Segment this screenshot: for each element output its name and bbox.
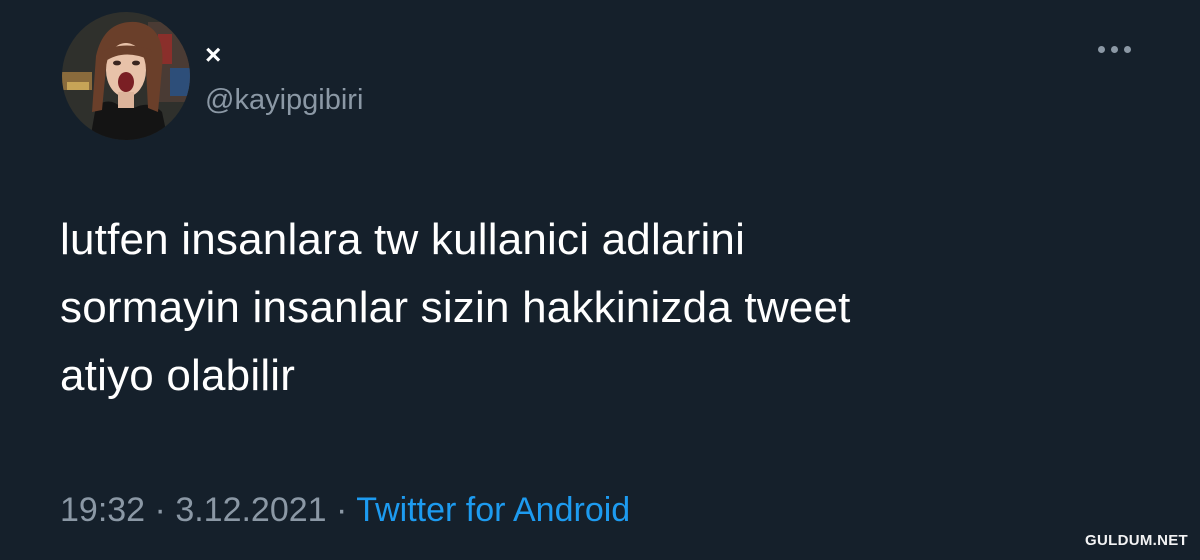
more-horizontal-icon[interactable] <box>1086 34 1142 64</box>
display-name[interactable]: × <box>205 38 221 72</box>
tweet-source-link[interactable]: Twitter for Android <box>356 491 630 529</box>
tweet-meta: 19:32 · 3.12.2021 · Twitter for Android <box>60 488 630 532</box>
more-dot <box>1123 45 1131 53</box>
meta-separator: · <box>326 491 357 529</box>
tweet-time[interactable]: 19:32 <box>60 491 145 529</box>
tweet-text: lutfen insanlara tw kullanici adlarini s… <box>60 215 851 400</box>
tweet-date[interactable]: 3.12.2021 <box>175 491 326 529</box>
watermark: GULDUM.NET <box>1085 532 1188 549</box>
meta-separator: · <box>145 491 176 529</box>
more-dot <box>1097 45 1105 53</box>
more-dot <box>1110 45 1118 53</box>
tweet-card: × @kayipgibiri lutfen insanlara tw kulla… <box>0 0 1200 560</box>
avatar[interactable] <box>62 12 190 140</box>
username-handle[interactable]: @kayipgibiri <box>205 82 363 118</box>
